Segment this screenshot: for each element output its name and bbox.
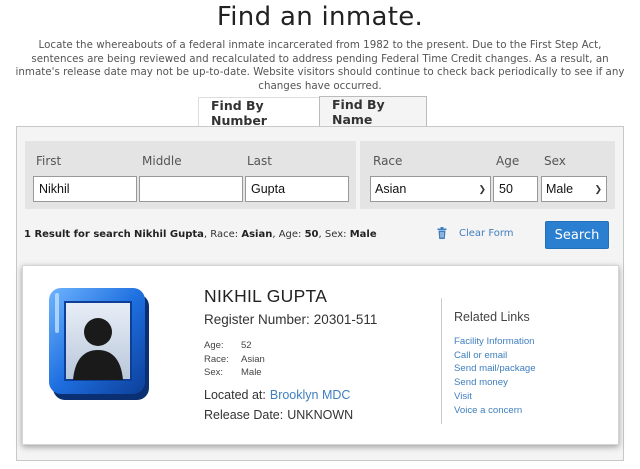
last-name-input[interactable]: Gupta bbox=[245, 176, 349, 202]
chevron-down-icon: ❯ bbox=[594, 183, 602, 194]
register-number-label: Register Number: bbox=[204, 312, 310, 327]
trash-icon bbox=[437, 227, 447, 239]
first-name-label: First bbox=[36, 154, 62, 168]
last-name-label: Last bbox=[247, 154, 272, 168]
age-input[interactable]: 50 bbox=[493, 176, 538, 202]
search-panel: First Middle Last Nikhil Gupta Race Age … bbox=[16, 126, 624, 461]
intro-text: Locate the whereabouts of a federal inma… bbox=[15, 39, 625, 92]
link-visit[interactable]: Visit bbox=[454, 390, 536, 404]
release-date-line: Release Date: UNKNOWN bbox=[204, 408, 353, 422]
result-summary: 1 Result for search Nikhil Gupta, Race: … bbox=[24, 229, 377, 240]
link-voice-a-concern[interactable]: Voice a concern bbox=[454, 404, 536, 418]
search-button[interactable]: Search bbox=[545, 221, 609, 249]
card-divider bbox=[441, 298, 442, 424]
result-sex-label: Sex: bbox=[324, 229, 347, 240]
inmate-name: NIKHIL GUPTA bbox=[204, 286, 328, 306]
link-send-money[interactable]: Send money bbox=[454, 376, 536, 390]
race-select-value: Asian bbox=[375, 182, 407, 196]
result-name: Nikhil Gupta bbox=[133, 229, 204, 240]
middle-name-label: Middle bbox=[142, 154, 182, 168]
detail-row-sex: Sex: Male bbox=[204, 366, 265, 380]
result-prefix: 1 Result for search bbox=[24, 229, 131, 240]
release-date: UNKNOWN bbox=[287, 408, 354, 422]
search-tabs: Find By Number Find By Name bbox=[198, 96, 427, 128]
related-links: Related Links Facility Information Call … bbox=[454, 310, 536, 417]
facility-link[interactable]: Brooklyn MDC bbox=[270, 388, 351, 402]
race-label: Race bbox=[373, 154, 403, 168]
result-age: 50 bbox=[304, 229, 319, 240]
link-facility-information[interactable]: Facility Information bbox=[454, 335, 536, 349]
inmate-details: Age: 52 Race: Asian Sex: Male bbox=[204, 339, 265, 380]
first-name-input[interactable]: Nikhil bbox=[33, 176, 137, 202]
result-age-label: Age: bbox=[278, 229, 302, 240]
tab-find-by-number[interactable]: Find By Number bbox=[198, 97, 319, 128]
located-label: Located at: bbox=[204, 388, 266, 402]
sex-detail-value: Male bbox=[241, 367, 262, 379]
page-title: Find an inmate. bbox=[216, 2, 424, 32]
chevron-down-icon: ❯ bbox=[478, 183, 486, 194]
race-select[interactable]: Asian ❯ bbox=[370, 176, 491, 202]
register-number: 20301-511 bbox=[313, 312, 378, 327]
age-detail-value: 52 bbox=[241, 340, 252, 351]
clear-form-label: Clear Form bbox=[459, 227, 514, 239]
race-detail-value: Asian bbox=[241, 353, 265, 365]
related-links-title: Related Links bbox=[454, 310, 530, 324]
link-send-mail-package[interactable]: Send mail/package bbox=[454, 362, 536, 376]
inmate-result-card: NIKHIL GUPTA Register Number: 20301-511 A… bbox=[22, 265, 619, 445]
sex-detail-label: Sex: bbox=[204, 367, 224, 379]
release-date-label: Release Date: bbox=[204, 408, 284, 422]
tab-find-by-name[interactable]: Find By Name bbox=[319, 96, 427, 127]
middle-name-input[interactable] bbox=[139, 176, 243, 202]
register-number-line: Register Number: 20301-511 bbox=[204, 312, 377, 327]
detail-row-age: Age: 52 bbox=[204, 339, 265, 353]
sex-select[interactable]: Male ❯ bbox=[541, 176, 607, 202]
result-race-label: Race: bbox=[210, 229, 239, 240]
inmate-photo-placeholder-icon bbox=[49, 288, 149, 400]
result-sex: Male bbox=[349, 229, 377, 240]
location-line: Located at: Brooklyn MDC bbox=[204, 388, 350, 402]
sex-select-value: Male bbox=[546, 182, 574, 196]
sex-label: Sex bbox=[544, 154, 566, 168]
result-race: Asian bbox=[241, 229, 273, 240]
age-label: Age bbox=[496, 154, 520, 168]
detail-row-race: Race: Asian bbox=[204, 353, 265, 367]
clear-form-button[interactable]: Clear Form bbox=[437, 227, 514, 239]
demographic-field-group: Race Age Sex Asian ❯ 50 Male ❯ bbox=[360, 141, 615, 209]
age-detail-label: Age: bbox=[204, 340, 224, 351]
link-call-or-email[interactable]: Call or email bbox=[454, 349, 536, 363]
name-field-group: First Middle Last Nikhil Gupta bbox=[25, 141, 356, 209]
race-detail-label: Race: bbox=[204, 353, 229, 365]
